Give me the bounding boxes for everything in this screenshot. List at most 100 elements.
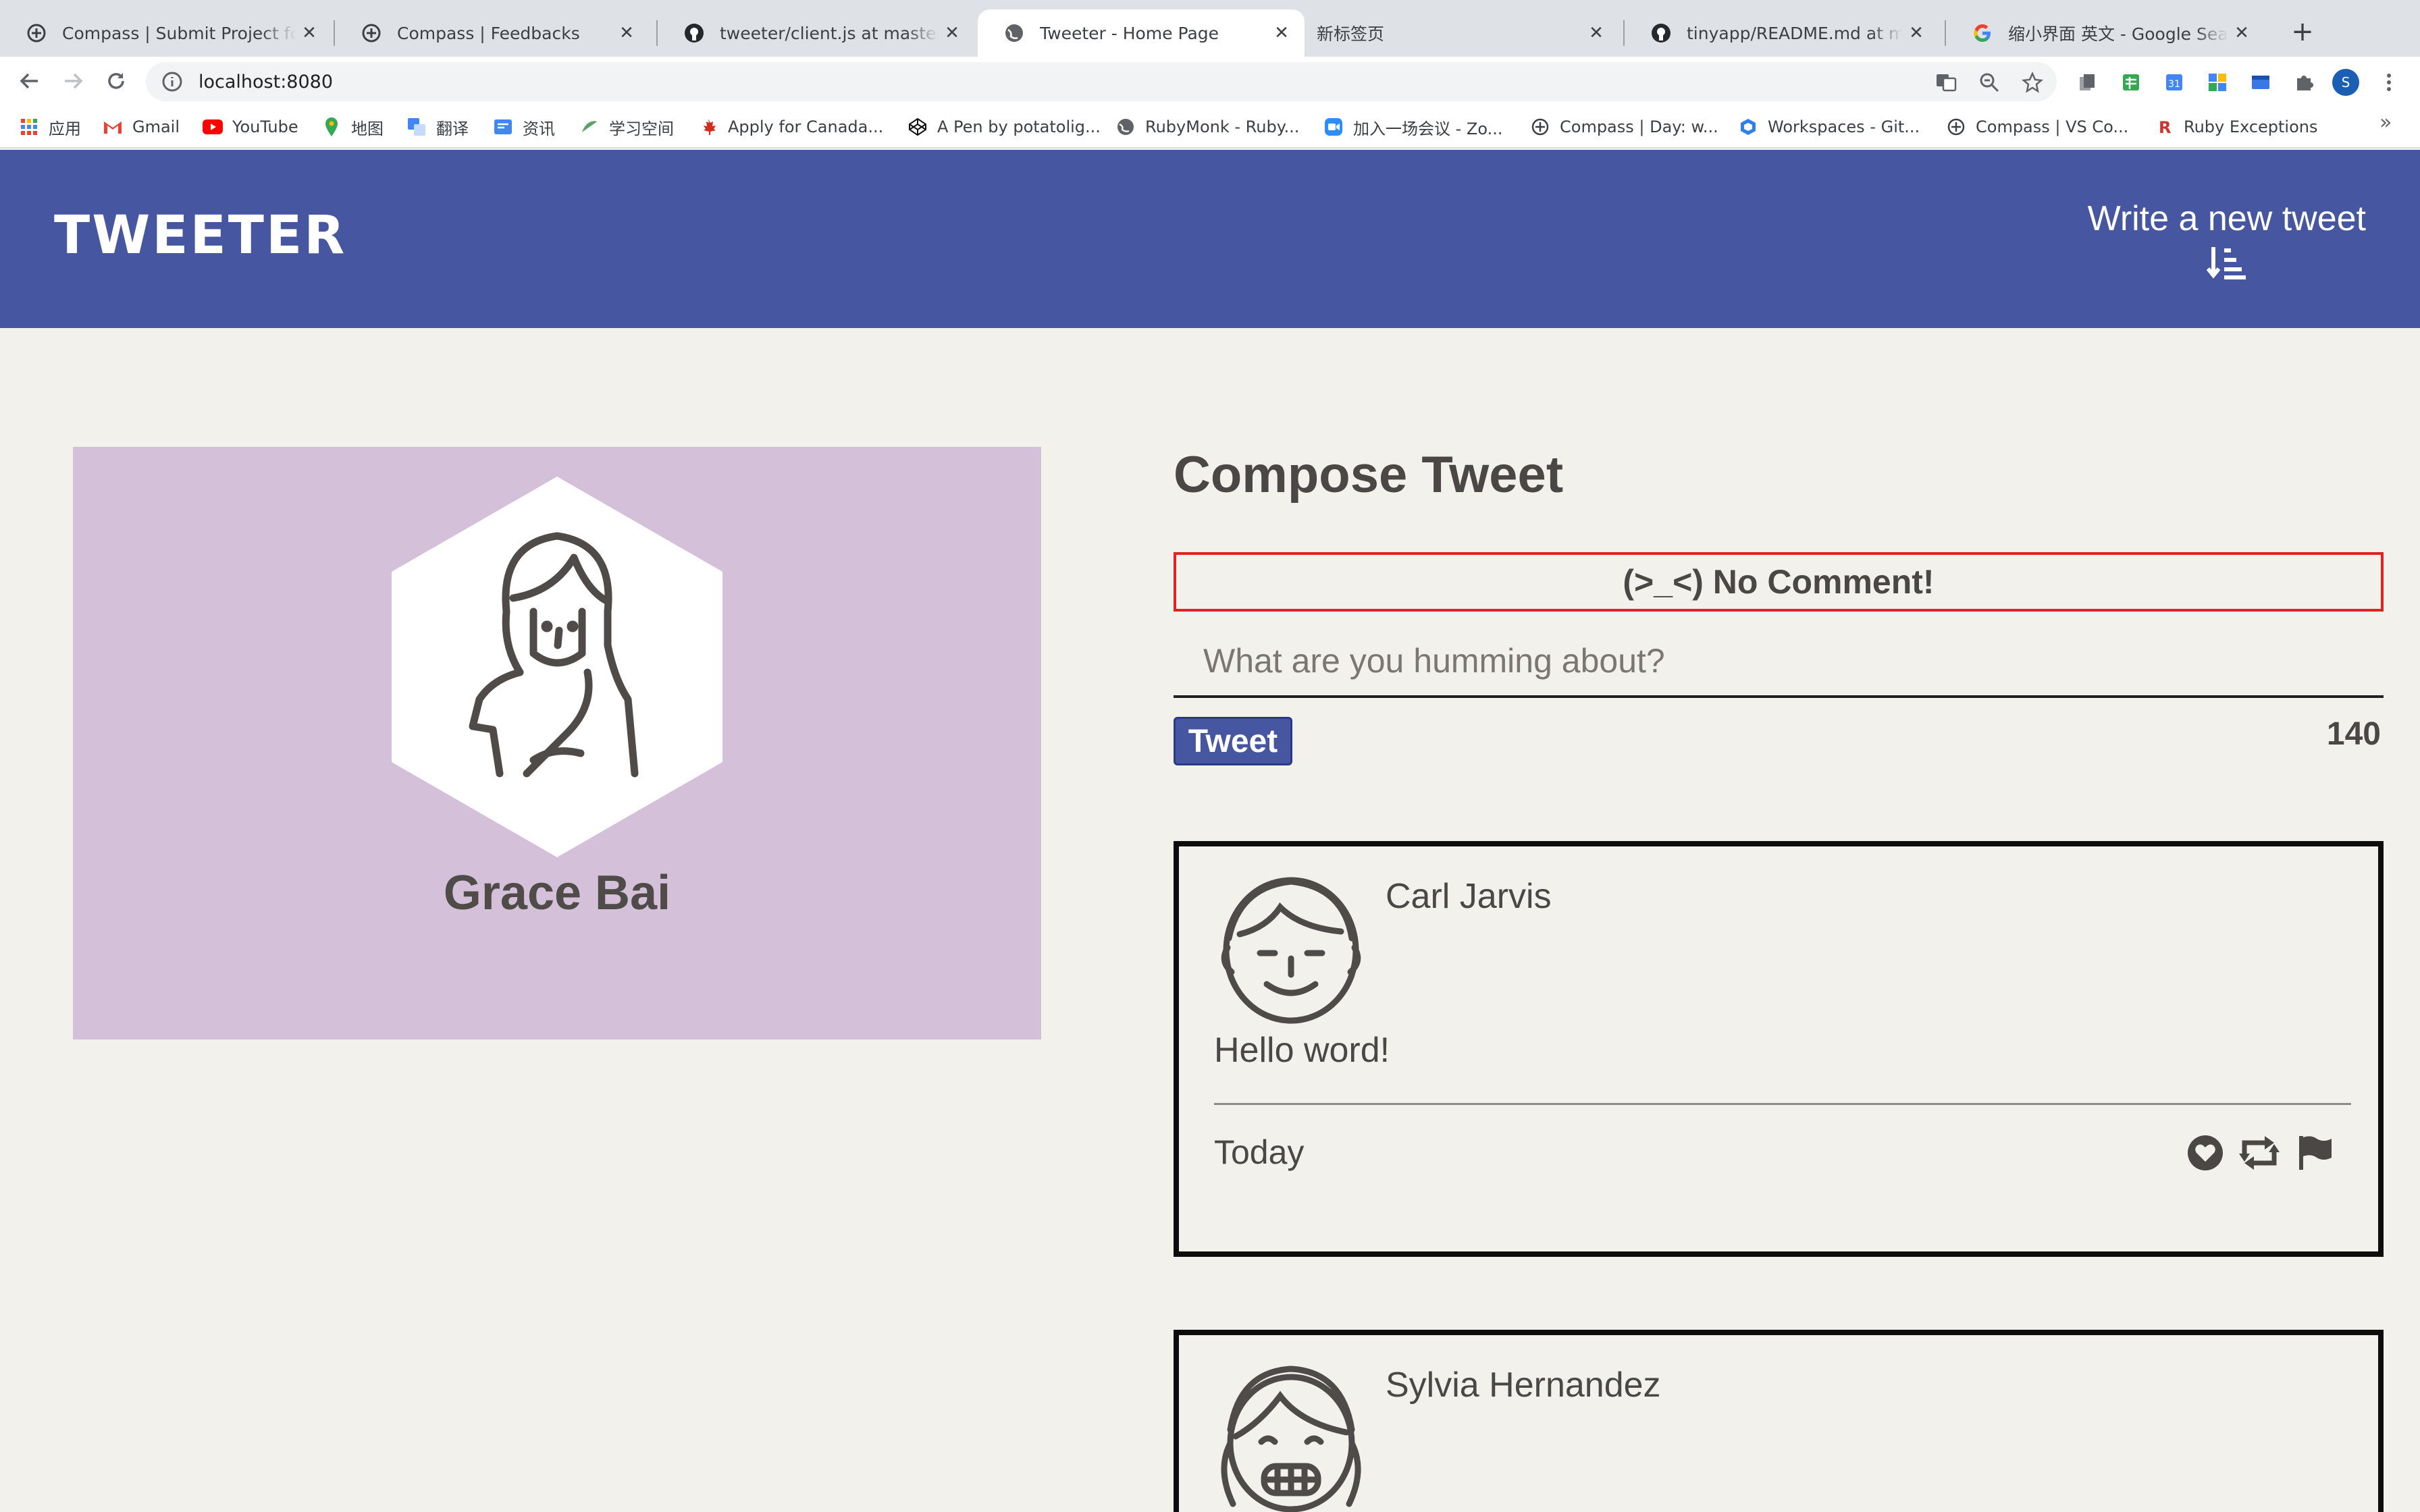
- tweet-textarea[interactable]: [1174, 626, 2384, 698]
- bookmark-translate[interactable]: 翻译: [406, 113, 469, 140]
- news-icon: [493, 117, 513, 137]
- bookmarks-overflow-icon[interactable]: »: [2379, 111, 2392, 134]
- profile-avatar-hexagon: [392, 477, 722, 857]
- menu-kebab-icon[interactable]: [2375, 69, 2402, 96]
- tweet-submit-button[interactable]: Tweet: [1174, 717, 1292, 765]
- apps-grid-icon: [19, 117, 39, 137]
- close-icon[interactable]: ✕: [2228, 20, 2255, 47]
- close-icon[interactable]: ✕: [1268, 20, 1295, 47]
- globe-icon: [1003, 22, 1025, 44]
- character-counter: 140: [2326, 716, 2381, 752]
- compose-title: Compose Tweet: [1174, 446, 1564, 504]
- tweet-date: Today: [1214, 1133, 1305, 1171]
- extensions-puzzle-icon[interactable]: [2290, 69, 2317, 96]
- bookmark-compass-day[interactable]: Compass | Day: w...: [1530, 113, 1718, 140]
- bookmark-compass-vscode[interactable]: Compass | VS Co...: [1946, 113, 2128, 140]
- bookmark-news[interactable]: 资讯: [493, 113, 555, 140]
- new-tab-button[interactable]: +: [2286, 15, 2319, 49]
- maple-leaf-icon: [698, 117, 718, 137]
- tab-github-client[interactable]: tweeter/client.js at master · potatoligi…: [658, 9, 975, 57]
- girl-avatar-icon: [1221, 1366, 1361, 1512]
- google-icon: [1972, 22, 1993, 44]
- flag-icon[interactable]: [2293, 1131, 2336, 1174]
- tab-new-tab[interactable]: 新标签页 ✕: [1306, 9, 1619, 57]
- heart-icon[interactable]: [2184, 1131, 2227, 1174]
- compass-icon: [26, 22, 47, 44]
- write-new-tweet-label: Write a new tweet: [2087, 199, 2366, 238]
- bookmark-ruby-exceptions[interactable]: R Ruby Exceptions: [2154, 113, 2318, 140]
- reload-icon: [108, 73, 124, 89]
- youtube-icon: [203, 117, 223, 137]
- tab-compass-feedbacks[interactable]: Compass | Feedbacks ✕: [335, 9, 650, 57]
- github-icon: [683, 22, 705, 44]
- maps-icon: [321, 117, 342, 137]
- url-text: localhost:8080: [199, 71, 334, 92]
- close-icon[interactable]: ✕: [613, 20, 640, 47]
- tweet-author: Sylvia Hernandez: [1386, 1366, 1661, 1405]
- arrow-left-icon: [20, 73, 38, 89]
- workspaces-icon: [1738, 117, 1758, 137]
- learning-icon: [579, 117, 600, 137]
- tab-github-tinyapp[interactable]: tinyapp/README.md at master ✕: [1625, 9, 1939, 57]
- tweet-article: Carl Jarvis Hello word! Today: [1174, 841, 2384, 1257]
- zoom-icon: [1323, 117, 1344, 137]
- address-bar[interactable]: localhost:8080: [146, 62, 2057, 101]
- bookmark-star-icon[interactable]: [2019, 69, 2046, 96]
- browser-tab-bar: Compass | Submit Project for Evaluation …: [0, 0, 2420, 57]
- translate-icon: [406, 117, 427, 137]
- bookmarks-bar: 应用 Gmail YouTube 地图 翻译 资讯 学习空间 Apply for…: [0, 105, 2420, 148]
- reload-button[interactable]: [100, 65, 132, 97]
- arrow-right-icon: [65, 73, 83, 89]
- tweet-article: Sylvia Hernandez: [1174, 1330, 2384, 1512]
- tab-tweeter-home[interactable]: Tweeter - Home Page ✕: [978, 9, 1305, 57]
- svg-text:31: 31: [2168, 79, 2180, 90]
- write-new-tweet-button[interactable]: Write a new tweet: [2088, 198, 2366, 281]
- retweet-icon[interactable]: [2238, 1131, 2281, 1174]
- tweet-content: Hello word!: [1214, 1031, 1390, 1070]
- extension-copy-icon[interactable]: [2074, 69, 2101, 96]
- tab-compass-submit[interactable]: Compass | Submit Project for Evaluation …: [0, 9, 332, 57]
- globe-icon: [1115, 117, 1136, 137]
- codepen-icon: [908, 117, 928, 137]
- close-icon[interactable]: ✕: [1583, 20, 1610, 47]
- site-logo[interactable]: TWEETER: [54, 205, 346, 266]
- close-icon[interactable]: ✕: [1903, 20, 1930, 47]
- sort-down-icon: [2206, 247, 2246, 279]
- bookmark-rubymonk[interactable]: RubyMonk - Ruby...: [1115, 113, 1299, 140]
- tweet-divider: [1214, 1103, 2351, 1105]
- extension-calendar-icon[interactable]: 31: [2161, 69, 2188, 96]
- site-header: TWEETER Write a new tweet: [0, 150, 2420, 328]
- bookmark-learning[interactable]: 学习空间: [579, 113, 674, 140]
- bookmark-canada[interactable]: Apply for Canada...: [698, 113, 883, 140]
- zoom-icon[interactable]: [1976, 69, 2003, 96]
- close-icon[interactable]: ✕: [939, 20, 966, 47]
- compass-icon: [1530, 117, 1550, 137]
- tab-google-search[interactable]: 缩小界面 英文 - Google Search ✕: [1946, 9, 2265, 57]
- profile-card: Grace Bai: [73, 447, 1041, 1040]
- extension-window-icon[interactable]: [2247, 69, 2274, 96]
- boy-avatar-icon: [1221, 877, 1361, 1024]
- tweet-author: Carl Jarvis: [1386, 877, 1552, 916]
- profile-avatar[interactable]: S: [2332, 69, 2359, 96]
- bookmark-zoom[interactable]: 加入一场会议 - Zo...: [1323, 113, 1503, 140]
- bookmark-codepen[interactable]: A Pen by potatolig...: [908, 113, 1101, 140]
- translate-page-icon[interactable]: [1932, 69, 1959, 96]
- ruby-icon: R: [2154, 117, 2174, 137]
- extension-qr-icon[interactable]: [2204, 69, 2231, 96]
- forward-button[interactable]: [57, 65, 89, 97]
- close-icon[interactable]: ✕: [296, 20, 323, 47]
- bookmark-youtube[interactable]: YouTube: [203, 113, 298, 140]
- compass-icon: [1946, 117, 1966, 137]
- back-button[interactable]: [14, 65, 46, 97]
- svg-text:R: R: [2159, 118, 2171, 136]
- bookmark-workspaces[interactable]: Workspaces - Git...: [1738, 113, 1920, 140]
- bookmark-maps[interactable]: 地图: [321, 113, 384, 140]
- compass-icon: [361, 22, 382, 44]
- extension-sheets-icon[interactable]: [2118, 69, 2145, 96]
- bookmark-gmail[interactable]: Gmail: [103, 113, 180, 140]
- error-message: (>_<) No Comment!: [1174, 552, 2384, 612]
- info-icon: [162, 72, 182, 92]
- bookmark-apps[interactable]: 应用: [19, 113, 81, 140]
- avatar: S: [2332, 69, 2359, 96]
- profile-name: Grace Bai: [443, 866, 671, 920]
